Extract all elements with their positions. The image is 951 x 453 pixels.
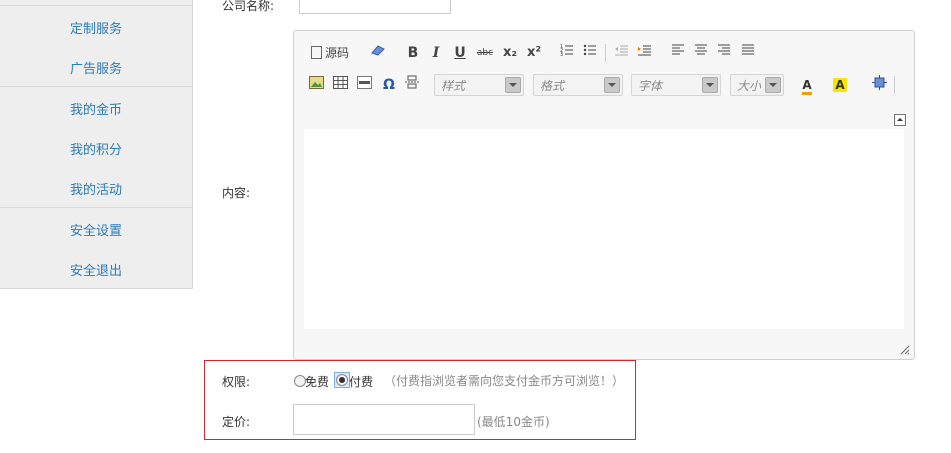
indent-button[interactable] [635,43,653,63]
align-center-icon [695,44,707,55]
rich-text-editor: 源码 B I U abc x₂ x² 123 Ω 样式 格式 字体 大小 A A [293,30,915,360]
text-color-icon: A [802,78,812,95]
toolbar-separator [894,76,895,94]
format-select[interactable]: 格式 [533,74,623,96]
page-break-icon [405,75,419,89]
italic-button[interactable]: I [427,43,445,63]
font-select[interactable]: 字体 [631,74,721,96]
price-input[interactable] [293,404,475,435]
sidebar-item-logout[interactable]: 安全退出 [0,260,192,279]
editor-content-area[interactable] [304,129,904,329]
special-char-button[interactable]: Ω [380,75,398,95]
sidebar-item-my-points[interactable]: 我的积分 [0,139,192,158]
subscript-button[interactable]: x₂ [500,43,520,63]
font-select-label: 字体 [638,79,663,93]
image-icon [308,76,324,89]
content-label: 内容: [222,186,251,200]
superscript-button[interactable]: x² [524,43,544,63]
outdent-button[interactable] [612,43,630,63]
horizontal-rule-button[interactable] [355,75,373,95]
permission-label: 权限: [222,375,251,389]
free-label: 免费 [305,375,330,389]
table-icon [332,76,348,89]
sidebar: 定制服务 广告服务 我的金币 我的积分 我的活动 安全设置 安全退出 [0,0,193,289]
align-right-icon [718,44,730,55]
chevron-down-icon [702,77,718,93]
resize-handle-icon[interactable] [898,343,910,355]
sidebar-item-my-activities[interactable]: 我的活动 [0,179,192,198]
chevron-down-icon [765,77,781,93]
sidebar-divider [0,5,192,6]
align-right-button[interactable] [715,43,733,63]
collapse-toolbar-button[interactable] [894,114,906,126]
style-select-label: 样式 [441,79,466,93]
price-hint: (最低10金币) [477,415,550,429]
sidebar-divider [0,86,192,87]
numbered-list-icon: 123 [560,44,573,58]
text-color-button[interactable]: A [794,75,820,95]
toolbar-separator [605,44,606,62]
background-color-icon: A [833,78,847,92]
underline-button[interactable]: U [451,43,469,63]
eraser-icon [371,45,385,56]
strikethrough-button[interactable]: abc [474,43,496,63]
sidebar-item-ad-service[interactable]: 广告服务 [0,58,192,77]
align-center-button[interactable] [692,43,710,63]
size-select-label: 大小 [737,79,762,93]
align-left-icon [672,44,684,55]
sidebar-item-my-coins[interactable]: 我的金币 [0,99,192,118]
bold-button[interactable]: B [404,43,422,63]
paid-radio[interactable] [336,374,348,386]
source-button[interactable]: 源码 [306,43,354,63]
price-label: 定价: [222,415,251,429]
bullet-list-button[interactable] [581,43,599,63]
size-select[interactable]: 大小 [730,74,784,96]
numbered-list-button[interactable]: 123 [558,43,576,63]
horizontal-rule-icon [356,76,372,89]
permission-hint: （付费指浏览者需向您支付金币方可浏览！） [384,374,625,388]
source-icon [310,46,322,59]
paid-label: 付费 [349,375,374,389]
source-label: 源码 [324,46,349,60]
maximize-icon [871,75,887,90]
format-select-label: 格式 [540,79,565,93]
background-color-button[interactable]: A [827,75,853,95]
indent-icon [638,45,651,56]
company-name-input[interactable] [299,0,451,14]
align-left-button[interactable] [669,43,687,63]
chevron-down-icon [505,77,521,93]
maximize-button[interactable] [869,75,889,95]
insert-image-button[interactable] [307,75,325,95]
style-select[interactable]: 样式 [434,74,524,96]
page-break-button[interactable] [403,75,421,95]
sidebar-item-security-settings[interactable]: 安全设置 [0,220,192,239]
justify-button[interactable] [739,43,757,63]
justify-icon [742,44,754,55]
sidebar-item-custom-service[interactable]: 定制服务 [0,18,192,37]
chevron-down-icon [604,77,620,93]
bullet-list-icon [583,44,596,56]
outdent-icon [615,45,628,56]
sidebar-divider [0,207,192,208]
insert-table-button[interactable] [331,75,349,95]
company-name-label: 公司名称: [222,0,275,13]
svg-text:3: 3 [560,52,563,57]
eraser-button[interactable] [368,43,388,63]
omega-icon: Ω [383,77,395,93]
